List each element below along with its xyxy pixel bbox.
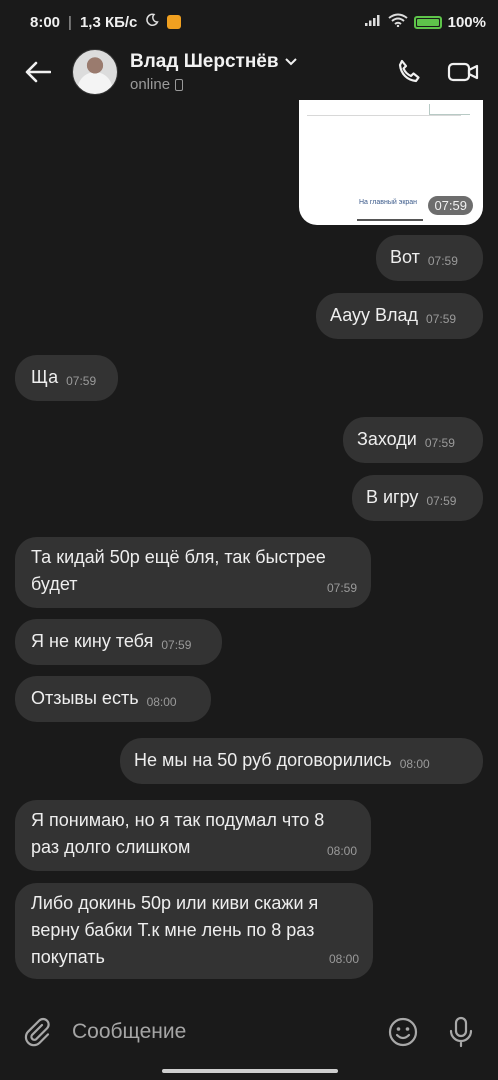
contact-name: Влад Шерстнёв	[130, 51, 279, 72]
message-text: Заходи	[357, 429, 417, 449]
battery-icon	[413, 15, 442, 29]
message-text: В игру	[366, 487, 419, 507]
message-time: 08:00	[328, 952, 359, 966]
battery-percent: 100%	[447, 13, 486, 31]
message-time: 07:59	[426, 312, 457, 326]
voice-message-button[interactable]	[444, 1015, 478, 1049]
message-time: 07:59	[427, 254, 458, 268]
message-bubble-incoming[interactable]: Та кидай 50р ещё бля, так быстрее будет …	[15, 537, 371, 608]
contact-status-row: online	[130, 76, 297, 93]
status-right: 100%	[364, 13, 486, 31]
message-text: Ща	[31, 367, 59, 387]
mobile-device-icon	[175, 78, 184, 91]
message-time: 07:59	[426, 494, 457, 508]
chevron-down-icon	[284, 58, 297, 66]
chat-screen: 8:00 | 1,3 КБ/с 100% Влад Шерстнёв onlin…	[0, 0, 498, 1080]
avatar[interactable]	[72, 49, 118, 95]
notification-app-icon	[167, 15, 182, 29]
message-text: Аауу Влад	[330, 305, 419, 325]
message-time: 07:59	[66, 374, 97, 388]
message-time: 07:59	[326, 581, 357, 595]
image-message[interactable]: На главный экран 07:59	[299, 100, 483, 225]
online-status: online	[130, 76, 171, 93]
microphone-icon	[449, 1016, 473, 1048]
paperclip-icon	[24, 1017, 50, 1047]
status-bar: 8:00 | 1,3 КБ/с 100%	[0, 0, 498, 44]
contact-info[interactable]: Влад Шерстнёв online	[130, 51, 297, 93]
message-bubble-outgoing[interactable]: Не мы на 50 руб договорились 08:00	[120, 738, 483, 784]
message-text: Та кидай 50р ещё бля, так быстрее будет	[31, 547, 326, 594]
attach-button[interactable]	[20, 1015, 54, 1049]
signal-icon	[364, 13, 382, 31]
message-time: 08:00	[326, 844, 357, 858]
message-bubble-incoming[interactable]: Ща 07:59	[15, 355, 118, 401]
smiley-icon	[388, 1017, 418, 1047]
system-nav-bar	[0, 1064, 498, 1080]
message-text: Вот	[390, 247, 420, 267]
message-bubble-incoming[interactable]: Либо докинь 50р или киви скажи я верну б…	[15, 883, 373, 979]
header-actions	[392, 55, 480, 89]
message-input[interactable]	[70, 1019, 386, 1045]
message-text: Не мы на 50 руб договорились	[134, 750, 392, 770]
image-underline	[357, 219, 423, 221]
chat-header: Влад Шерстнёв online	[0, 44, 498, 100]
status-left: 8:00 | 1,3 КБ/с	[30, 13, 182, 31]
video-camera-icon	[447, 62, 479, 82]
message-text: Либо докинь 50р или киви скажи я верну б…	[31, 893, 319, 967]
video-call-button[interactable]	[446, 55, 480, 89]
message-text: Я понимаю, но я так подумал что 8 раз до…	[31, 810, 325, 857]
message-text: Я не кину тебя	[31, 631, 154, 651]
status-time: 8:00	[30, 13, 61, 31]
message-bubble-outgoing[interactable]: Вот 07:59	[376, 235, 483, 281]
image-content-line	[307, 115, 461, 116]
message-time: 07:59	[424, 436, 455, 450]
message-text: Отзывы есть	[31, 688, 139, 708]
message-bubble-incoming[interactable]: Я понимаю, но я так подумал что 8 раз до…	[15, 800, 371, 871]
message-time: 08:00	[399, 757, 430, 771]
image-timestamp: 07:59	[428, 196, 473, 215]
message-bubble-outgoing[interactable]: Аауу Влад 07:59	[316, 293, 483, 339]
call-button[interactable]	[392, 55, 426, 89]
message-list[interactable]: На главный экран 07:59 Вот 07:59 Аауу Вла…	[0, 100, 498, 1000]
status-divider: |	[68, 13, 72, 31]
message-time: 08:00	[146, 695, 177, 709]
back-arrow-icon	[25, 61, 51, 83]
image-scribble	[429, 104, 470, 115]
message-bubble-outgoing[interactable]: В игру 07:59	[352, 475, 483, 521]
message-bubble-incoming[interactable]: Я не кину тебя 07:59	[15, 619, 222, 665]
image-caption: На главный экран	[359, 199, 418, 206]
contact-name-row: Влад Шерстнёв	[130, 51, 297, 73]
moon-icon	[145, 13, 160, 31]
phone-icon	[398, 59, 420, 83]
emoji-button[interactable]	[386, 1015, 420, 1049]
message-bubble-outgoing[interactable]: Заходи 07:59	[343, 417, 483, 463]
composer	[0, 1000, 498, 1064]
wifi-icon	[388, 13, 408, 31]
network-speed: 1,3 КБ/с	[79, 13, 138, 31]
home-indicator[interactable]	[162, 1069, 338, 1073]
message-time: 07:59	[161, 638, 192, 652]
back-button[interactable]	[18, 52, 58, 92]
message-bubble-incoming[interactable]: Отзывы есть 08:00	[15, 676, 211, 722]
